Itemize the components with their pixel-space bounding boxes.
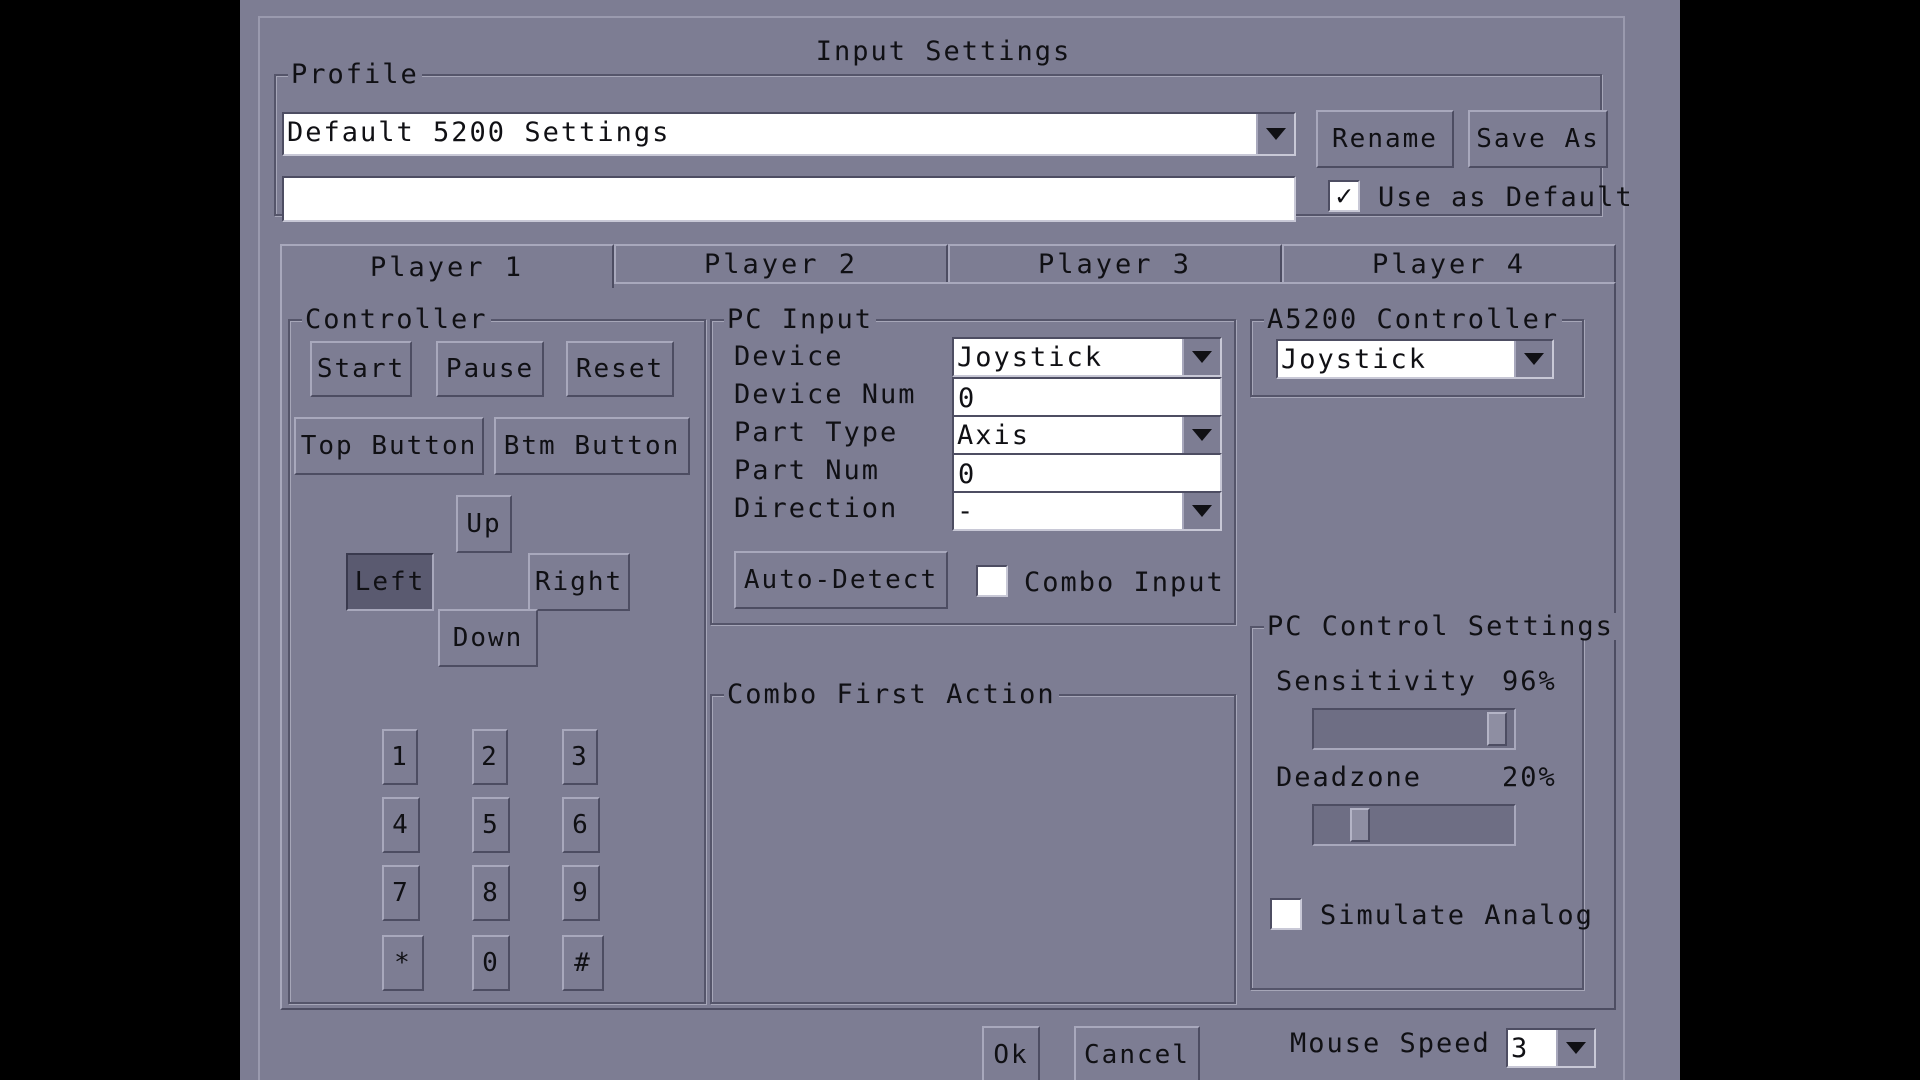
dialog-title: Input Settings <box>815 36 1072 67</box>
mouse-speed-select[interactable]: 3 <box>1506 1028 1596 1068</box>
direction-select[interactable]: - <box>952 491 1222 531</box>
chevron-down-icon[interactable] <box>1256 114 1294 154</box>
profile-select-value: Default 5200 Settings <box>287 117 671 148</box>
keypad-1-button[interactable]: 1 <box>382 729 418 785</box>
deadzone-slider[interactable] <box>1312 804 1516 846</box>
part-type-label: Part Type <box>734 417 899 448</box>
tab-player-4[interactable]: Player 4 <box>1282 244 1616 284</box>
simulate-analog-checkbox[interactable] <box>1270 898 1302 930</box>
save-as-button[interactable]: Save As <box>1468 110 1608 168</box>
a5200-controller-legend: A5200 Controller <box>1264 306 1563 333</box>
sensitivity-label: Sensitivity <box>1276 666 1477 697</box>
combo-input-label: Combo Input <box>1024 567 1225 598</box>
input-settings-dialog: Input Settings Profile Default 5200 Sett… <box>258 16 1632 1080</box>
profile-select[interactable]: Default 5200 Settings <box>282 112 1296 156</box>
direction-select-value: - <box>957 496 976 527</box>
profile-description-field[interactable] <box>282 176 1296 222</box>
mouse-speed-label: Mouse Speed <box>1290 1028 1491 1059</box>
keypad-star-button[interactable]: * <box>382 935 424 991</box>
pc-input-legend: PC Input <box>724 306 877 333</box>
deadzone-value: 20% <box>1502 762 1557 793</box>
use-as-default-label: Use as Default <box>1378 182 1634 213</box>
tab-panel: Controller Start Pause Reset Top Button … <box>280 282 1617 1010</box>
keypad-hash-button[interactable]: # <box>562 935 604 991</box>
pc-input-group: PC Input Device Joystick Device Num 0 Pa… <box>710 306 1236 625</box>
mouse-speed-select-value: 3 <box>1511 1033 1530 1064</box>
chevron-down-icon[interactable] <box>1182 493 1220 529</box>
up-button[interactable]: Up <box>456 495 512 553</box>
ok-button[interactable]: Ok <box>982 1026 1040 1080</box>
reset-button[interactable]: Reset <box>566 341 674 397</box>
keypad-4-button[interactable]: 4 <box>382 797 420 853</box>
profile-legend: Profile <box>288 61 422 88</box>
pause-button[interactable]: Pause <box>436 341 544 397</box>
tab-player-2[interactable]: Player 2 <box>614 244 948 284</box>
tab-player-1[interactable]: Player 1 <box>280 244 614 288</box>
right-button[interactable]: Right <box>528 553 630 611</box>
rename-button[interactable]: Rename <box>1316 110 1454 168</box>
use-as-default-checkbox[interactable]: ✓ <box>1328 180 1360 212</box>
emulator-screen: Input Settings Profile Default 5200 Sett… <box>240 0 1680 1080</box>
profile-group: Profile Default 5200 Settings Rename Sav… <box>274 61 1632 222</box>
device-select-value: Joystick <box>957 342 1104 373</box>
sensitivity-slider-thumb[interactable] <box>1487 712 1507 746</box>
chevron-down-icon[interactable] <box>1556 1030 1594 1066</box>
tab-player-3[interactable]: Player 3 <box>948 244 1282 284</box>
keypad-9-button[interactable]: 9 <box>562 865 600 921</box>
a5200-controller-group: A5200 Controller Joystick <box>1250 306 1584 397</box>
left-button[interactable]: Left <box>346 553 434 611</box>
top-button-button[interactable]: Top Button <box>294 417 484 475</box>
keypad-5-button[interactable]: 5 <box>472 797 510 853</box>
auto-detect-button[interactable]: Auto-Detect <box>734 551 948 609</box>
device-num-field[interactable]: 0 <box>952 377 1222 417</box>
deadzone-label: Deadzone <box>1276 762 1423 793</box>
a5200-controller-select-value: Joystick <box>1281 344 1428 375</box>
deadzone-slider-thumb[interactable] <box>1350 808 1370 842</box>
part-type-select[interactable]: Axis <box>952 415 1222 455</box>
simulate-analog-label: Simulate Analog <box>1320 900 1594 931</box>
direction-label: Direction <box>734 493 899 524</box>
combo-input-checkbox[interactable] <box>976 565 1008 597</box>
keypad-3-button[interactable]: 3 <box>562 729 598 785</box>
down-button[interactable]: Down <box>438 609 538 667</box>
keypad-0-button[interactable]: 0 <box>472 935 510 991</box>
keypad-6-button[interactable]: 6 <box>562 797 600 853</box>
sensitivity-slider[interactable] <box>1312 708 1516 750</box>
keypad-7-button[interactable]: 7 <box>382 865 420 921</box>
chevron-down-icon[interactable] <box>1514 341 1552 377</box>
part-num-label: Part Num <box>734 455 881 486</box>
device-label: Device <box>734 341 844 372</box>
btm-button-button[interactable]: Btm Button <box>494 417 690 475</box>
start-button[interactable]: Start <box>310 341 412 397</box>
controller-group: Controller Start Pause Reset Top Button … <box>288 306 706 1004</box>
check-icon: ✓ <box>1335 179 1353 212</box>
cancel-button[interactable]: Cancel <box>1074 1026 1200 1080</box>
keypad-8-button[interactable]: 8 <box>472 865 510 921</box>
a5200-controller-select[interactable]: Joystick <box>1276 339 1554 379</box>
device-select[interactable]: Joystick <box>952 337 1222 377</box>
controller-legend: Controller <box>302 306 491 333</box>
part-num-field[interactable]: 0 <box>952 453 1222 493</box>
pc-control-settings-group: PC Control Settings Sensitivity 96% Dead… <box>1250 613 1617 990</box>
device-num-label: Device Num <box>734 379 917 410</box>
combo-first-action-group: Combo First Action <box>710 681 1236 1004</box>
chevron-down-icon[interactable] <box>1182 417 1220 453</box>
combo-first-action-legend: Combo First Action <box>724 681 1059 708</box>
sensitivity-value: 96% <box>1502 666 1557 697</box>
chevron-down-icon[interactable] <box>1182 339 1220 375</box>
pc-control-settings-legend: PC Control Settings <box>1264 613 1617 640</box>
keypad-2-button[interactable]: 2 <box>472 729 508 785</box>
part-type-select-value: Axis <box>957 420 1031 451</box>
